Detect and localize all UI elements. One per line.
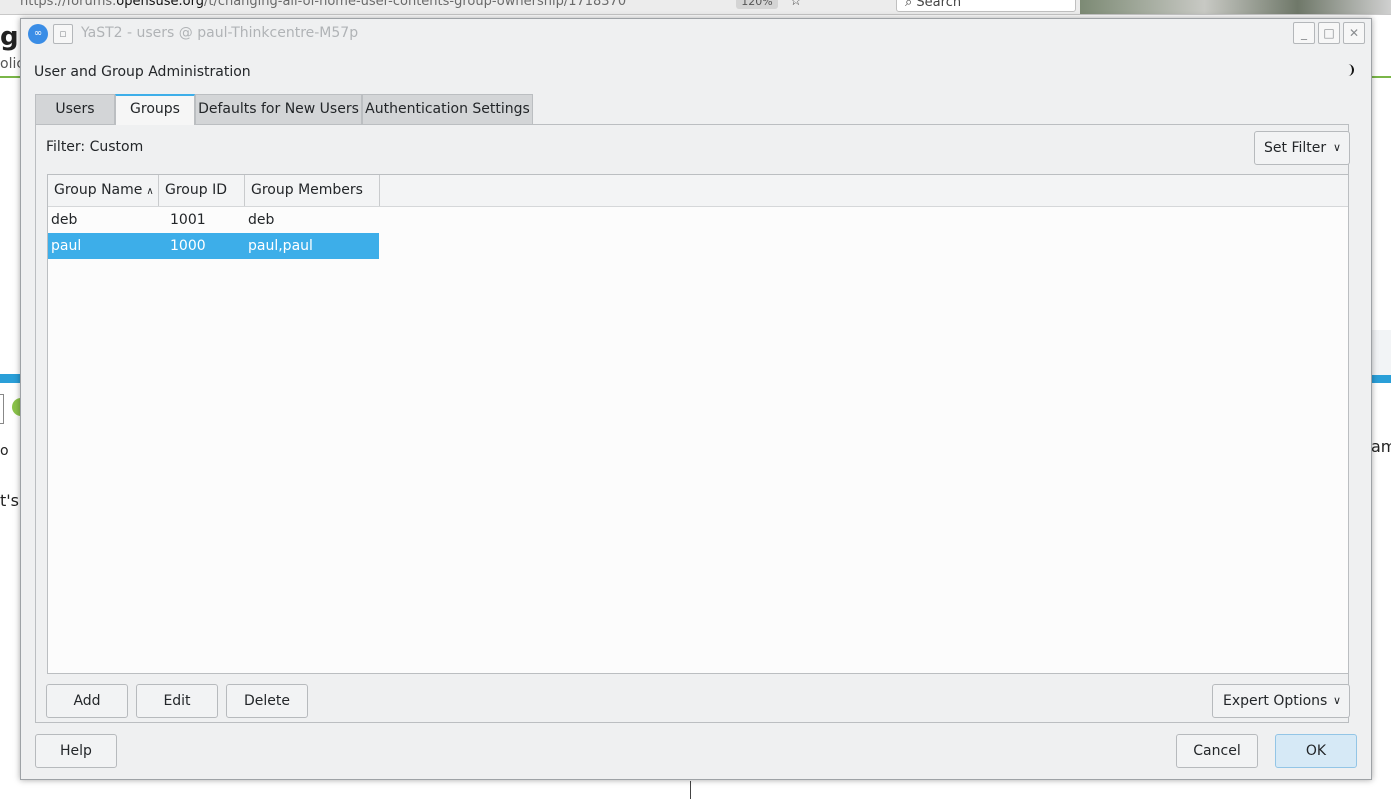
table-header: Group Name ∧ Group ID Group Members [48,175,1348,207]
minimize-button[interactable]: _ [1293,22,1315,44]
cancel-button[interactable]: Cancel [1176,734,1258,768]
column-header-group-id[interactable]: Group ID [159,175,245,206]
expert-options-label: Expert Options [1223,693,1328,709]
tab-auth-label: Authentication Settings [365,101,530,117]
tab-defaults-new-users[interactable]: Defaults for New Users [195,94,362,124]
yast-app-icon[interactable]: ∞ [28,24,48,44]
groups-table[interactable]: Group Name ∧ Group ID Group Members deb 1… [47,174,1349,674]
page-text-fragment-am: am [1371,437,1391,456]
tab-groups-label: Groups [130,101,180,117]
page-header-strip-right [1371,374,1391,383]
maximize-button[interactable]: □ [1318,22,1340,44]
help-button[interactable]: Help [35,734,117,768]
url-domain: opensuse.org [116,0,204,9]
set-filter-button[interactable]: Set Filter ∨ [1254,131,1350,165]
add-button[interactable]: Add [46,684,128,718]
yast-window: ∞ ▫ YaST2 - users @ paul-Thinkcentre-M57… [20,18,1372,780]
delete-button[interactable]: Delete [226,684,308,718]
browser-toolbar: https://forums.opensuse.org/t/changing-a… [0,0,1391,15]
page-input-fragment [0,394,4,424]
column-header-group-members[interactable]: Group Members [245,175,380,206]
browser-background-image [1080,0,1391,14]
set-filter-label: Set Filter [1264,140,1327,156]
edit-button[interactable]: Edit [136,684,218,718]
expert-options-button[interactable]: Expert Options ∨ [1212,684,1350,718]
cell-group-members: paul,paul [248,238,313,254]
sort-ascending-icon: ∧ [146,186,154,197]
page-text-fragment-o: o [0,443,9,459]
section-title: User and Group Administration [34,64,251,80]
page-header-strip-left [0,374,20,383]
cell-group-id: 1000 [170,238,206,254]
cell-group-id: 1001 [170,212,206,228]
ok-button[interactable]: OK [1275,734,1357,768]
page-heading-fragment: g [0,22,19,52]
column-header-group-name[interactable]: Group Name ∧ [48,175,159,206]
browser-search-placeholder: Search [916,0,962,10]
column-label: Group Name [54,182,143,198]
titlebar[interactable]: ∞ ▫ YaST2 - users @ paul-Thinkcentre-M57… [21,19,1371,49]
url-path: /t/changing-all-of-home-user-contents-gr… [203,0,627,9]
column-label: Group ID [165,182,227,198]
minimize-icon: _ [1301,26,1307,40]
window-title: YaST2 - users @ paul-Thinkcentre-M57p [81,25,359,41]
browser-search-input[interactable]: ⌕ Search [896,0,1076,12]
moon-icon[interactable] [1341,63,1355,77]
page-divider [690,781,691,799]
column-label: Group Members [251,182,363,198]
tab-defaults-label: Defaults for New Users [198,101,359,117]
table-row[interactable]: deb 1001 deb [48,207,379,233]
bookmark-star-icon[interactable]: ☆ [790,0,802,9]
tab-authentication-settings[interactable]: Authentication Settings [362,94,533,124]
filter-label: Filter: Custom [46,139,144,155]
tab-groups[interactable]: Groups [115,94,195,125]
chevron-down-icon: ∨ [1332,141,1341,154]
page-side-panel [1370,330,1391,375]
url-prefix: https://forums. [20,0,117,9]
cell-group-name: paul [51,238,82,254]
tab-users[interactable]: Users [35,94,115,124]
chevron-down-icon: ∨ [1332,694,1341,707]
cell-group-name: deb [51,212,78,228]
page-accent-line-left [0,76,20,78]
maximize-icon: □ [1323,26,1335,40]
close-icon: ✕ [1348,26,1360,40]
table-row-selected[interactable]: paul 1000 paul,paul [48,233,379,259]
tab-users-label: Users [55,101,95,117]
cell-group-members: deb [248,212,275,228]
page-accent-line-right [1371,76,1391,78]
page-text-fragment-ts: t's [0,491,20,510]
close-button[interactable]: ✕ [1343,22,1365,44]
keep-above-icon[interactable]: ▫ [53,24,73,44]
browser-url[interactable]: https://forums.opensuse.org/t/changing-a… [20,0,626,9]
browser-zoom-badge[interactable]: 120% [736,0,778,9]
